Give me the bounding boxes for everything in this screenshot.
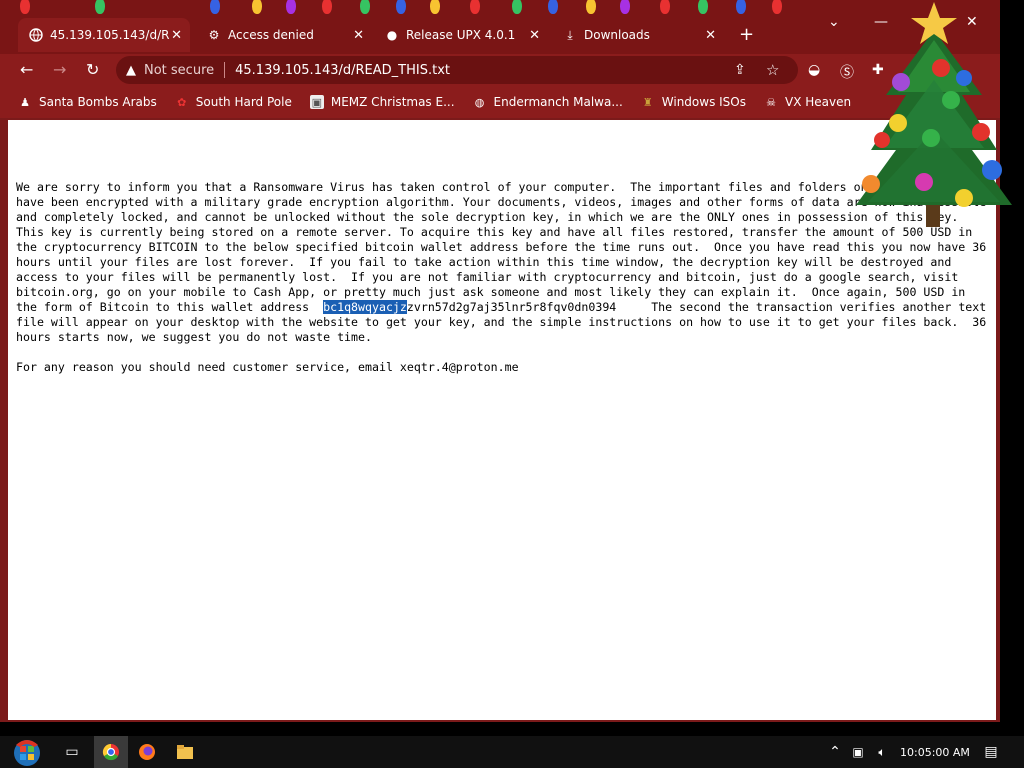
firefox-taskbar-icon[interactable] xyxy=(132,736,162,768)
image-icon: ▣ xyxy=(309,95,324,109)
bookmark-star-icon[interactable]: ☆ xyxy=(766,61,779,79)
forward-button[interactable]: → xyxy=(53,60,66,79)
tab-read-this[interactable]: 45.139.105.143/d/REA ✕ xyxy=(18,18,190,52)
minimize-button[interactable]: — xyxy=(874,14,888,30)
tab-access-denied[interactable]: ⚙ Access denied ✕ xyxy=(196,18,372,52)
file-explorer-icon[interactable] xyxy=(170,736,200,768)
reload-button[interactable]: ↻ xyxy=(86,60,99,79)
task-view-icon[interactable]: ▭ xyxy=(58,736,86,768)
page-content: We are sorry to inform you that a Ransom… xyxy=(8,120,996,720)
screen-border xyxy=(1000,0,1024,736)
address-bar[interactable]: ▲ Not secure 45.139.105.143/d/READ_THIS.… xyxy=(116,56,798,84)
notifications-icon[interactable]: ▤ xyxy=(980,736,1002,768)
tab-downloads[interactable]: ⤓ Downloads ✕ xyxy=(552,18,724,52)
security-status[interactable]: Not secure xyxy=(144,63,214,78)
bookmark-label: MEMZ Christmas E... xyxy=(330,95,455,109)
close-tab-icon[interactable]: ✕ xyxy=(353,28,364,43)
bookmark-vx-heaven[interactable]: ☠ VX Heaven xyxy=(764,95,851,109)
ransom-note-text[interactable]: We are sorry to inform you that a Ransom… xyxy=(16,180,991,375)
github-icon: ● xyxy=(386,28,398,42)
close-tab-icon[interactable]: ✕ xyxy=(171,28,182,43)
bookmarks-bar: ♟ Santa Bombs Arabs ✿ South Hard Pole ▣ … xyxy=(0,86,1000,118)
tab-label: 45.139.105.143/d/REA xyxy=(50,28,170,42)
divider xyxy=(224,62,226,78)
tab-label: Release UPX 4.0.1 · xyxy=(406,28,516,42)
close-tab-icon[interactable]: ✕ xyxy=(705,28,716,43)
support-email-line: For any reason you should need customer … xyxy=(16,360,519,374)
warning-icon: ▲ xyxy=(126,62,136,78)
skull-icon: ☠ xyxy=(766,95,776,109)
extension-s-icon[interactable]: Ⓢ xyxy=(840,62,854,82)
bookmark-santa-bombs-arabs[interactable]: ♟ Santa Bombs Arabs xyxy=(18,95,157,109)
bookmark-label: Santa Bombs Arabs xyxy=(39,95,157,109)
extensions-puzzle-icon[interactable]: ✚ xyxy=(872,62,884,78)
volume-icon[interactable]: 🔈︎ xyxy=(872,736,892,768)
christmas-lights-decoration xyxy=(0,0,1000,14)
extension-flag-icon[interactable]: ◒ xyxy=(808,62,820,78)
bookmark-label: VX Heaven xyxy=(785,95,852,109)
bookmark-endermanch-malware[interactable]: ◍ Endermanch Malwa... xyxy=(473,95,623,109)
bookmark-memz-christmas[interactable]: ▣ MEMZ Christmas E... xyxy=(309,95,455,109)
tab-strip: 45.139.105.143/d/REA ✕ ⚙ Access denied ✕… xyxy=(0,0,1000,54)
chrome-taskbar-icon[interactable] xyxy=(94,736,128,768)
taskbar-clock[interactable]: 10:05:00 AM xyxy=(900,746,970,759)
figure-icon: ♟ xyxy=(20,95,30,109)
new-tab-button[interactable]: + xyxy=(739,24,754,45)
bookmark-label: Windows ISOs xyxy=(661,95,746,109)
flower-icon: ✿ xyxy=(177,95,187,109)
bookmark-windows-isos[interactable]: ♜ Windows ISOs xyxy=(641,95,746,109)
tab-search-icon[interactable]: ⌄ xyxy=(828,14,840,30)
globe-icon xyxy=(28,27,44,43)
wallet-address-selection[interactable]: bc1q8wqyacjz xyxy=(323,300,407,314)
bookmark-label: South Hard Pole xyxy=(195,95,292,109)
close-tab-icon[interactable]: ✕ xyxy=(529,28,540,43)
bookmark-south-hard-pole[interactable]: ✿ South Hard Pole xyxy=(175,95,292,109)
bookmark-label: Endermanch Malwa... xyxy=(493,95,623,109)
close-window-button[interactable]: ✕ xyxy=(966,14,978,30)
note-paragraph: We are sorry to inform you that a Ransom… xyxy=(16,180,994,314)
back-button[interactable]: ← xyxy=(20,60,33,79)
start-button[interactable] xyxy=(8,736,46,768)
wallet-address-rest[interactable]: zvrn57d2g7aj35lnr5r8fqv0dn0394 xyxy=(407,300,616,314)
tab-label: Access denied xyxy=(228,28,314,42)
tab-label: Downloads xyxy=(584,28,650,42)
share-icon[interactable]: ⇪ xyxy=(734,62,746,78)
download-icon: ⤓ xyxy=(567,27,573,42)
show-hidden-icons-icon[interactable]: ⌃ xyxy=(826,736,844,768)
tab-release-upx[interactable]: ● Release UPX 4.0.1 · ✕ xyxy=(374,18,548,52)
windows-taskbar: ▭ ⌃ ▣ 🔈︎ 10:05:00 AM ▤ xyxy=(0,736,1024,768)
tower-icon: ♜ xyxy=(642,95,653,109)
browser-window: 45.139.105.143/d/REA ✕ ⚙ Access denied ✕… xyxy=(0,0,1000,722)
badge-icon: ⚙ xyxy=(208,28,220,42)
network-icon[interactable]: ▣ xyxy=(848,736,868,768)
url-text[interactable]: 45.139.105.143/d/READ_THIS.txt xyxy=(235,63,450,78)
browser-toolbar: ← → ↻ ▲ Not secure 45.139.105.143/d/READ… xyxy=(0,54,1000,86)
raccoon-icon: ◍ xyxy=(474,95,485,109)
windows-orb-icon xyxy=(14,740,40,766)
